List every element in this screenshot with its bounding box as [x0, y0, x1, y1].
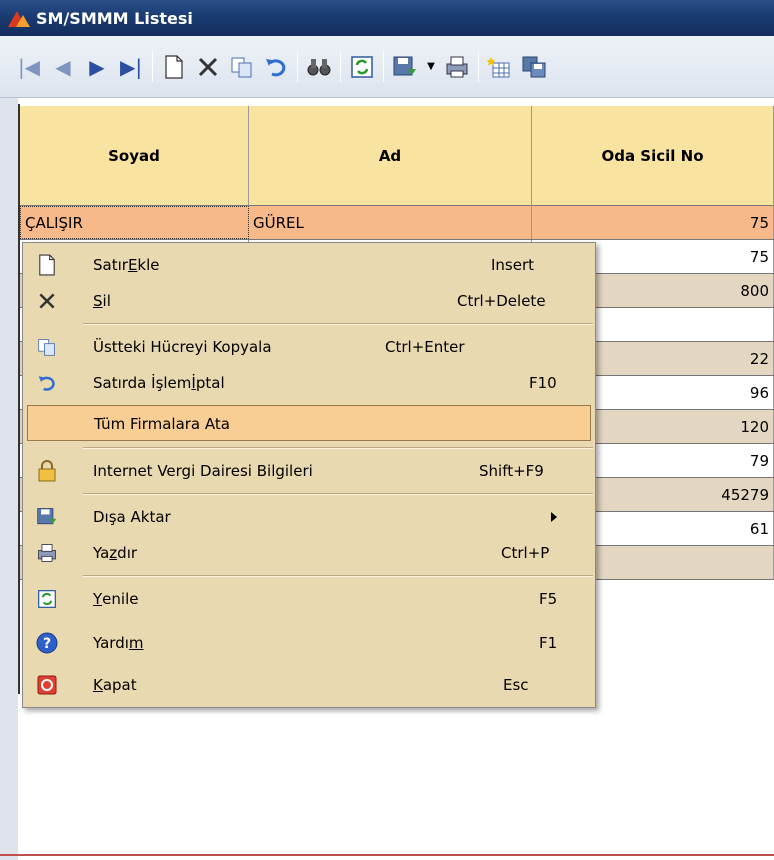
next-record-icon[interactable]: ▶: [82, 51, 112, 83]
menu-item-label: Satır Ekle: [93, 256, 160, 274]
menu-item-cancel-row-operation[interactable]: Satırda İşlem İptal F10: [25, 365, 593, 401]
find-binoculars-icon[interactable]: [304, 51, 334, 83]
window-left-border: [0, 98, 18, 860]
menu-item-delete[interactable]: Sil Ctrl+Delete: [25, 283, 593, 319]
menu-item-label: Yenile: [93, 590, 139, 608]
menu-item-label: Yardı m: [93, 634, 144, 652]
new-grid-icon[interactable]: [485, 51, 515, 83]
menu-item-shortcut: F5: [539, 590, 558, 608]
column-header-soyad[interactable]: Soyad: [20, 106, 249, 206]
print-icon: [25, 535, 69, 571]
menu-item-copy-above-cell[interactable]: Üstteki Hücreyi Kopyala Ctrl+Enter: [25, 329, 593, 365]
cell-ad[interactable]: GÜREL: [249, 206, 532, 239]
help-icon: ?: [25, 625, 69, 661]
menu-item-close[interactable]: Kapat Esc: [25, 667, 593, 703]
grid-header: Soyad Ad Oda Sicil No: [20, 106, 774, 206]
app-logo-icon: [8, 7, 30, 29]
toolbar: |◀ ◀ ▶ ▶| ▼: [0, 36, 774, 98]
delete-icon: [25, 283, 69, 319]
submenu-arrow-icon: [551, 512, 557, 522]
menu-item-shortcut: F10: [529, 374, 557, 392]
export-save-icon[interactable]: [390, 51, 420, 83]
toolbar-separator: [383, 51, 384, 82]
toolbar-separator: [152, 51, 153, 82]
last-record-icon[interactable]: ▶|: [116, 51, 146, 83]
menu-item-label: Ya z dır: [93, 544, 138, 562]
first-record-icon[interactable]: |◀: [14, 51, 44, 83]
menu-item-shortcut: Ctrl+P: [501, 544, 550, 562]
context-menu: Satır Ekle Insert Sil Ctrl+Delete Üsttek…: [22, 242, 596, 708]
menu-item-label: Internet Vergi Dairesi Bilgileri: [93, 462, 313, 480]
export-save-icon: [25, 499, 69, 535]
menu-item-shortcut: Esc: [503, 676, 529, 694]
save-grid-icon[interactable]: [519, 51, 549, 83]
refresh-icon[interactable]: [347, 51, 377, 83]
window-title: SM/SMMM Listesi: [36, 8, 193, 28]
toolbar-separator: [340, 51, 341, 82]
export-dropdown-icon[interactable]: ▼: [424, 51, 438, 83]
menu-separator: [83, 447, 593, 449]
menu-item-refresh[interactable]: Yenile F5: [25, 581, 593, 617]
menu-item-label: Kapat: [93, 676, 137, 694]
toolbar-separator: [297, 51, 298, 82]
power-icon: [25, 667, 69, 703]
cell-soyad[interactable]: ÇALIŞIR: [20, 206, 249, 239]
menu-item-label: Üstteki Hücreyi Kopyala: [93, 338, 272, 356]
menu-separator: [83, 575, 593, 577]
menu-item-help[interactable]: ? Yardı m F1: [25, 625, 593, 661]
lock-icon: [25, 453, 69, 489]
toolbar-separator: [478, 51, 479, 82]
menu-separator: [83, 493, 593, 495]
column-header-oda-sicil-no[interactable]: Oda Sicil No: [532, 106, 774, 206]
new-document-icon[interactable]: [159, 51, 189, 83]
table-row[interactable]: ÇALIŞIR GÜREL 75: [20, 206, 774, 240]
menu-item-internet-tax-office-info[interactable]: Internet Vergi Dairesi Bilgileri Shift+F…: [25, 453, 593, 489]
print-icon[interactable]: [442, 51, 472, 83]
menu-item-label: Satırda İşlem İptal: [93, 374, 225, 392]
svg-text:?: ?: [43, 636, 51, 652]
refresh-icon: [25, 581, 69, 617]
menu-item-label: Dışa Aktar: [93, 508, 171, 526]
undo-icon[interactable]: [261, 51, 291, 83]
delete-icon[interactable]: [193, 51, 223, 83]
menu-item-shortcut: Ctrl+Delete: [457, 292, 546, 310]
new-document-icon: [25, 247, 69, 283]
cell-sicil[interactable]: 75: [532, 206, 774, 239]
column-header-ad[interactable]: Ad: [249, 106, 532, 206]
empty-panel: [18, 694, 774, 854]
menu-item-shortcut: Ctrl+Enter: [385, 338, 465, 356]
copy-icon[interactable]: [227, 51, 257, 83]
menu-item-shortcut: F1: [539, 634, 558, 652]
copy-icon: [25, 329, 69, 365]
previous-record-icon[interactable]: ◀: [48, 51, 78, 83]
menu-item-add-row[interactable]: Satır Ekle Insert: [25, 247, 593, 283]
menu-item-print[interactable]: Ya z dır Ctrl+P: [25, 535, 593, 571]
menu-item-assign-all-firms[interactable]: Tüm Firmalara Ata: [27, 405, 591, 441]
undo-icon: [25, 365, 69, 401]
menu-separator: [83, 323, 593, 325]
menu-item-shortcut: Shift+F9: [479, 462, 544, 480]
bottom-divider: [0, 854, 774, 856]
title-bar: SM/SMMM Listesi: [0, 0, 774, 36]
menu-item-export[interactable]: Dışa Aktar: [25, 499, 593, 535]
menu-item-shortcut: Insert: [491, 256, 535, 274]
menu-item-label: Sil: [93, 292, 111, 310]
menu-item-label: Tüm Firmalara Ata: [94, 415, 230, 433]
